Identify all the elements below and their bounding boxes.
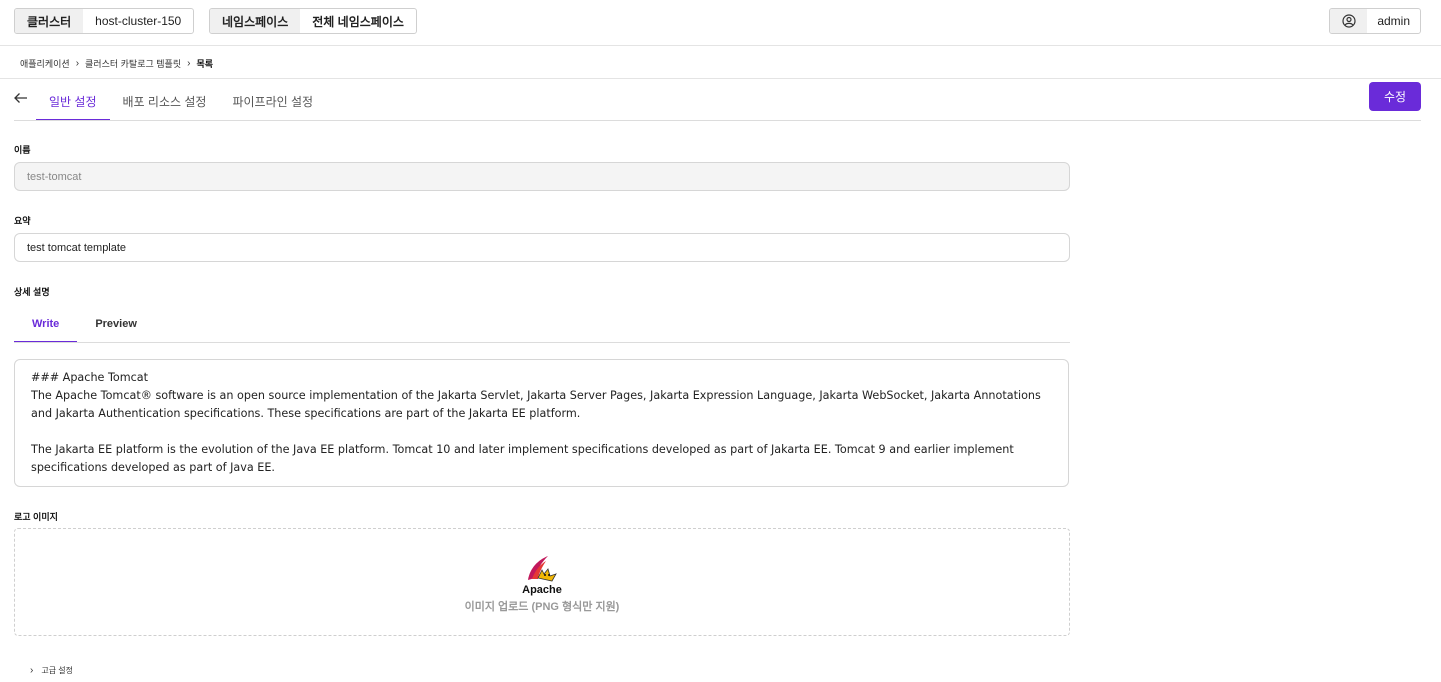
edit-button[interactable]: 수정 [1369, 82, 1421, 111]
user-circle-icon [1330, 9, 1368, 33]
arrow-left-icon[interactable] [14, 91, 28, 109]
cluster-selector[interactable]: 클러스터 host-cluster-150 [14, 8, 195, 34]
user-menu[interactable]: admin [1329, 8, 1421, 34]
summary-field[interactable]: test tomcat template [14, 233, 1070, 262]
user-name[interactable]: admin [1367, 9, 1420, 33]
namespace-value[interactable]: 전체 네임스페이스 [300, 9, 416, 33]
tab-general-settings[interactable]: 일반 설정 [36, 84, 110, 121]
tab-write[interactable]: Write [14, 310, 78, 343]
name-field: test-tomcat [14, 162, 1070, 191]
breadcrumb-separator-icon: › [187, 58, 191, 69]
breadcrumb-item-applications[interactable]: 애플리케이션 [20, 57, 70, 70]
divider [14, 120, 1421, 121]
divider [14, 342, 1070, 343]
tab-pipeline-settings[interactable]: 파이프라인 설정 [219, 84, 326, 121]
name-label: 이름 [14, 145, 31, 155]
logo-label: 로고 이미지 [14, 512, 58, 522]
breadcrumb: 애플리케이션 › 클러스터 카탈로그 템플릿 › 목록 [20, 57, 213, 70]
detail-label: 상세 설명 [14, 287, 50, 297]
cluster-value[interactable]: host-cluster-150 [83, 9, 193, 33]
summary-label: 요약 [14, 216, 31, 226]
namespace-label: 네임스페이스 [210, 9, 301, 33]
detail-textarea[interactable]: ### Apache Tomcat The Apache Tomcat® sof… [14, 359, 1069, 487]
advanced-settings-toggle[interactable]: › 고급 설정 [30, 665, 73, 676]
namespace-selector[interactable]: 네임스페이스 전체 네임스페이스 [209, 8, 417, 34]
advanced-settings-label: 고급 설정 [41, 666, 74, 675]
settings-tabs: 일반 설정 배포 리소스 설정 파이프라인 설정 [36, 84, 326, 121]
tab-preview[interactable]: Preview [77, 310, 155, 343]
cluster-label: 클러스터 [15, 9, 84, 33]
divider [0, 78, 1441, 79]
breadcrumb-separator-icon: › [75, 58, 80, 69]
chevron-right-icon: › [30, 665, 34, 676]
apache-logo-text: Apache [522, 584, 562, 596]
breadcrumb-item-catalog-templates[interactable]: 클러스터 카탈로그 템플릿 [85, 57, 181, 70]
tab-deploy-resource-settings[interactable]: 배포 리소스 설정 [110, 84, 220, 121]
editor-tabs: Write Preview [14, 310, 155, 343]
image-upload-dropzone[interactable]: Apache 이미지 업로드 (PNG 형식만 지원) [14, 528, 1070, 636]
top-bar: 클러스터 host-cluster-150 네임스페이스 전체 네임스페이스 a… [0, 0, 1441, 46]
breadcrumb-item-list[interactable]: 목록 [196, 57, 213, 70]
apache-tomcat-logo-icon: Apache [522, 556, 562, 596]
upload-hint: 이미지 업로드 (PNG 형식만 지원) [464, 601, 620, 613]
